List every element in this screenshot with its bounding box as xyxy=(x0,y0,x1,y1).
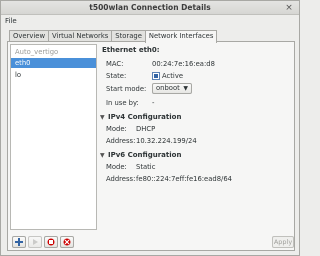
ipv4-mode-label: Mode: xyxy=(106,125,127,133)
ipv6-mode-label: Mode: xyxy=(106,163,127,171)
connection-details-window: t500wlan Connection Details × File Overv… xyxy=(0,0,300,256)
start-mode-label: Start mode: xyxy=(106,85,147,93)
play-icon xyxy=(33,239,38,245)
close-icon[interactable]: × xyxy=(284,3,294,13)
expander-ipv6-icon[interactable]: ▼ xyxy=(100,152,105,159)
chevron-down-icon: ▼ xyxy=(183,85,188,92)
delete-icon xyxy=(63,238,71,246)
delete-interface-button[interactable] xyxy=(60,236,74,248)
ipv6-title[interactable]: IPv6 Configuration xyxy=(108,151,181,159)
list-item-eth0[interactable]: eth0 xyxy=(11,58,96,68)
expander-ipv4-icon[interactable]: ▼ xyxy=(100,114,105,121)
mac-value: 00:24:7e:16:ea:d8 xyxy=(152,60,215,68)
apply-button[interactable]: Apply xyxy=(272,236,294,248)
start-mode-select[interactable]: onboot ▼ xyxy=(152,83,192,94)
title-bar: t500wlan Connection Details × xyxy=(1,1,299,15)
menu-file[interactable]: File xyxy=(5,17,17,25)
ipv4-address-label: Address: xyxy=(106,137,136,145)
interface-toolbar xyxy=(12,236,76,248)
ipv4-mode-value: DHCP xyxy=(136,125,156,133)
in-use-value: - xyxy=(152,99,155,107)
list-item-lo[interactable]: lo xyxy=(11,70,96,80)
stop-interface-button[interactable] xyxy=(44,236,58,248)
interface-details: Ethernet eth0: MAC: 00:24:7e:16:ea:d8 St… xyxy=(100,44,292,230)
state-value: Active xyxy=(162,72,184,80)
start-mode-value: onboot xyxy=(156,84,180,92)
ipv6-mode-value: Static xyxy=(136,163,156,171)
tab-network-interfaces[interactable]: Network Interfaces xyxy=(144,30,218,43)
details-heading: Ethernet eth0: xyxy=(102,46,160,54)
add-interface-button[interactable] xyxy=(12,236,26,248)
list-item-auto-vertigo[interactable]: Auto_vertigo xyxy=(11,47,96,57)
ipv6-address-label: Address: xyxy=(106,175,136,183)
add-icon xyxy=(15,238,23,246)
menu-bar: File xyxy=(1,15,299,28)
start-interface-button[interactable] xyxy=(28,236,42,248)
network-interfaces-panel: Auto_vertigo eth0 lo Apply Ethernet eth0… xyxy=(7,41,295,251)
interface-list[interactable]: Auto_vertigo eth0 lo xyxy=(10,44,97,230)
ipv6-address-value: fe80::224:7eff:fe16:ead8/64 xyxy=(136,175,232,183)
active-status-icon xyxy=(152,72,160,80)
ipv4-title[interactable]: IPv4 Configuration xyxy=(108,113,181,121)
ipv4-address-value: 10.32.224.199/24 xyxy=(136,137,197,145)
state-label: State: xyxy=(106,72,127,80)
in-use-label: In use by: xyxy=(106,99,139,107)
mac-label: MAC: xyxy=(106,60,124,68)
window-title: t500wlan Connection Details xyxy=(89,3,211,12)
stop-icon xyxy=(47,238,55,246)
